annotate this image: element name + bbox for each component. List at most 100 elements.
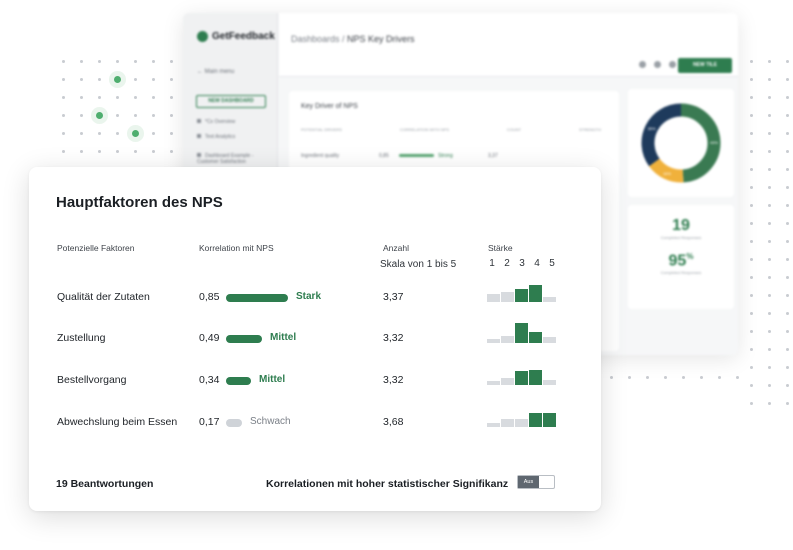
dot [98,96,101,99]
dot [62,114,65,117]
nav-item-text-analytics[interactable]: Text Analytics [197,134,257,140]
factor-row: Qualität der Zutaten 0,85 Stark 3,37 [29,285,601,308]
brand-mark-icon [197,31,208,42]
dot [768,240,771,243]
dot [134,114,137,117]
scale-5: 5 [549,258,555,269]
histogram-bar [543,297,556,302]
strength-histogram [487,362,557,385]
dot [750,168,753,171]
dot [170,60,173,63]
brand-name: GetFeedback [212,31,275,42]
dot [98,132,101,135]
strength-histogram [487,279,557,302]
background-header: Dashboards / NPS Key Drivers NEW TILE [279,13,738,77]
dot [786,258,789,261]
histogram-bar [501,419,514,427]
dot [62,60,65,63]
dot [786,132,789,135]
dot [152,78,155,81]
new-tile-button[interactable]: NEW TILE [678,58,732,73]
histogram-bar [543,380,556,385]
dot [98,60,101,63]
dot [700,376,703,379]
dot [768,150,771,153]
factor-label: Bestellvorgang [57,374,127,386]
dot [62,132,65,135]
breadcrumb: Dashboards / NPS Key Drivers [291,34,415,44]
dot [750,60,753,63]
scale-2: 2 [504,258,510,269]
stat-percent-suffix: % [686,252,694,261]
histogram-bar [487,381,500,385]
factor-row: Bestellvorgang 0,34 Mittel 3,32 [29,370,601,391]
scale-3: 3 [519,258,525,269]
histogram-bar [543,337,556,343]
header-factors: Potenzielle Faktoren [57,243,135,253]
strength-histogram [487,404,557,427]
scale-1: 1 [489,258,495,269]
dot [664,376,667,379]
stat-percent: 95% Completed Responses [628,252,734,275]
dot [768,312,771,315]
stat-percent-value: 95% [628,252,734,270]
dot [628,376,631,379]
factor-label: Qualität der Zutaten [57,291,150,303]
donut-slice [641,103,682,167]
nav-item-dashboard-example[interactable]: Dashboard Example - Customer Satisfactio… [197,153,275,165]
histogram-bar [501,336,514,343]
significance-toggle[interactable]: Aus [517,475,555,489]
donut-slice-label: 49% [710,140,718,145]
dot [786,384,789,387]
background-row-corr: 0,85 [379,153,389,159]
download-icon[interactable] [654,61,661,68]
main-menu-link[interactable]: ← Main menu [197,69,234,75]
dot [646,376,649,379]
count-value: 3,68 [383,416,404,428]
dot [134,60,137,63]
significance-label: Korrelationen mit hoher statistischer Si… [266,478,509,490]
dot [170,96,173,99]
dot [134,96,137,99]
histogram-bar [529,413,542,427]
dot [80,60,83,63]
nav-item-cx-overview[interactable]: *Cx Overview [197,119,235,125]
dot [98,78,101,81]
new-dashboard-button[interactable]: NEW DASHBOARD [196,95,266,108]
dot [786,168,789,171]
stat-responses-value: 19 [672,217,690,234]
scale-4: 4 [534,258,540,269]
dot [768,402,771,405]
strength-label: Schwach [250,416,291,427]
dot [80,96,83,99]
dot [786,96,789,99]
dot [750,132,753,135]
donut-slice-label: 16% [663,171,671,176]
background-card-title: Key Driver of NPS [301,103,358,110]
dot [768,348,771,351]
histogram-bar [501,378,514,385]
dot [768,114,771,117]
getfeedback-logo: GetFeedback [197,31,275,42]
breadcrumb-root[interactable]: Dashboards [291,34,340,44]
dot [152,132,155,135]
dot [786,366,789,369]
dot [786,312,789,315]
share-icon[interactable] [639,61,646,68]
histogram-bar [515,323,528,343]
dot [786,222,789,225]
background-col-count: COUNT [506,127,522,132]
background-col-strength: STRENGTH [578,127,601,132]
dot [62,150,65,153]
breadcrumb-current: NPS Key Drivers [347,34,415,44]
dot [116,96,119,99]
correlation-bar [226,419,242,427]
dot [170,114,173,117]
dot [768,294,771,297]
settings-icon[interactable] [669,61,676,68]
factor-row: Abwechslung beim Essen 0,17 Schwach 3,68 [29,413,601,433]
background-col-drivers: POTENTIAL DRIVERS [301,127,342,132]
dot [768,258,771,261]
dot [170,78,173,81]
dot [98,150,101,153]
